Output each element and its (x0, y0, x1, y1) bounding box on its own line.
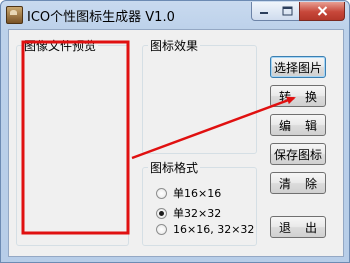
edit-label-right: 辑 (304, 118, 317, 133)
convert-button[interactable]: 转换 (270, 85, 326, 107)
window-title: ICO个性图标生成器 V1.0 (27, 10, 175, 25)
format-option-label: 单32×32 (173, 207, 222, 220)
format-group-label: 图标格式 (148, 159, 201, 176)
preview-group: 图像文件预览 (16, 37, 129, 246)
format-option-16[interactable]: 单16×16 (156, 185, 221, 201)
clear-button[interactable]: 清除 (270, 172, 326, 194)
save-icon-label: 保存图标 (273, 147, 322, 162)
effect-group-label: 图标效果 (148, 37, 201, 54)
format-option-label: 单16×16 (173, 187, 222, 200)
client-area: 图像文件预览 图标效果 图标格式 单16×16 单32×32 16×16, 32… (8, 29, 344, 257)
maximize-button[interactable] (275, 2, 300, 21)
select-image-button[interactable]: 选择图片 (270, 56, 326, 78)
radio-button[interactable] (156, 224, 167, 235)
edit-label-left: 编 (279, 118, 292, 133)
minimize-icon (260, 12, 268, 14)
save-icon-button[interactable]: 保存图标 (270, 143, 326, 165)
effect-group: 图标效果 (142, 37, 257, 154)
format-option-label: 16×16, 32×32 (173, 223, 255, 236)
close-icon (317, 6, 327, 16)
convert-label-left: 转 (279, 89, 292, 104)
select-image-label: 选择图片 (273, 60, 322, 75)
preview-group-label: 图像文件预览 (22, 37, 99, 54)
radio-button[interactable] (156, 187, 167, 199)
radio-button-checked[interactable] (156, 207, 167, 219)
clear-label-right: 除 (304, 176, 317, 191)
maximize-icon (282, 6, 292, 16)
exit-button[interactable]: 退出 (270, 216, 326, 238)
format-option-both[interactable]: 16×16, 32×32 (156, 223, 254, 236)
app-icon (6, 6, 23, 24)
exit-label-left: 退 (279, 220, 292, 235)
exit-label-right: 出 (304, 220, 317, 235)
edit-button[interactable]: 编辑 (270, 114, 326, 136)
minimize-button[interactable] (251, 2, 277, 21)
main-window: ICO个性图标生成器 V1.0 图像文件预览 图标效果 图标格式 单16×16 … (0, 0, 350, 263)
convert-label-right: 换 (304, 89, 317, 104)
title-bar[interactable]: ICO个性图标生成器 V1.0 (1, 1, 349, 28)
format-option-32[interactable]: 单32×32 (156, 205, 221, 221)
clear-label-left: 清 (279, 176, 292, 191)
close-button[interactable] (299, 2, 345, 21)
